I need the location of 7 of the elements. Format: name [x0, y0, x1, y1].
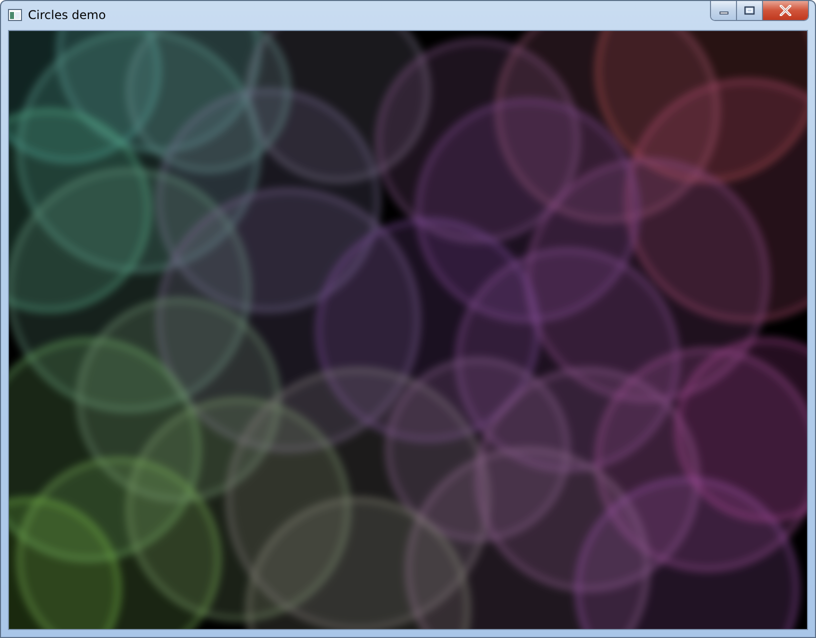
close-button[interactable]	[763, 1, 808, 20]
minimize-button[interactable]	[711, 1, 737, 20]
maximize-icon	[744, 6, 755, 15]
close-icon	[779, 5, 792, 16]
maximize-button[interactable]	[737, 1, 763, 20]
window-title: Circles demo	[28, 8, 107, 22]
app-icon	[8, 9, 22, 21]
